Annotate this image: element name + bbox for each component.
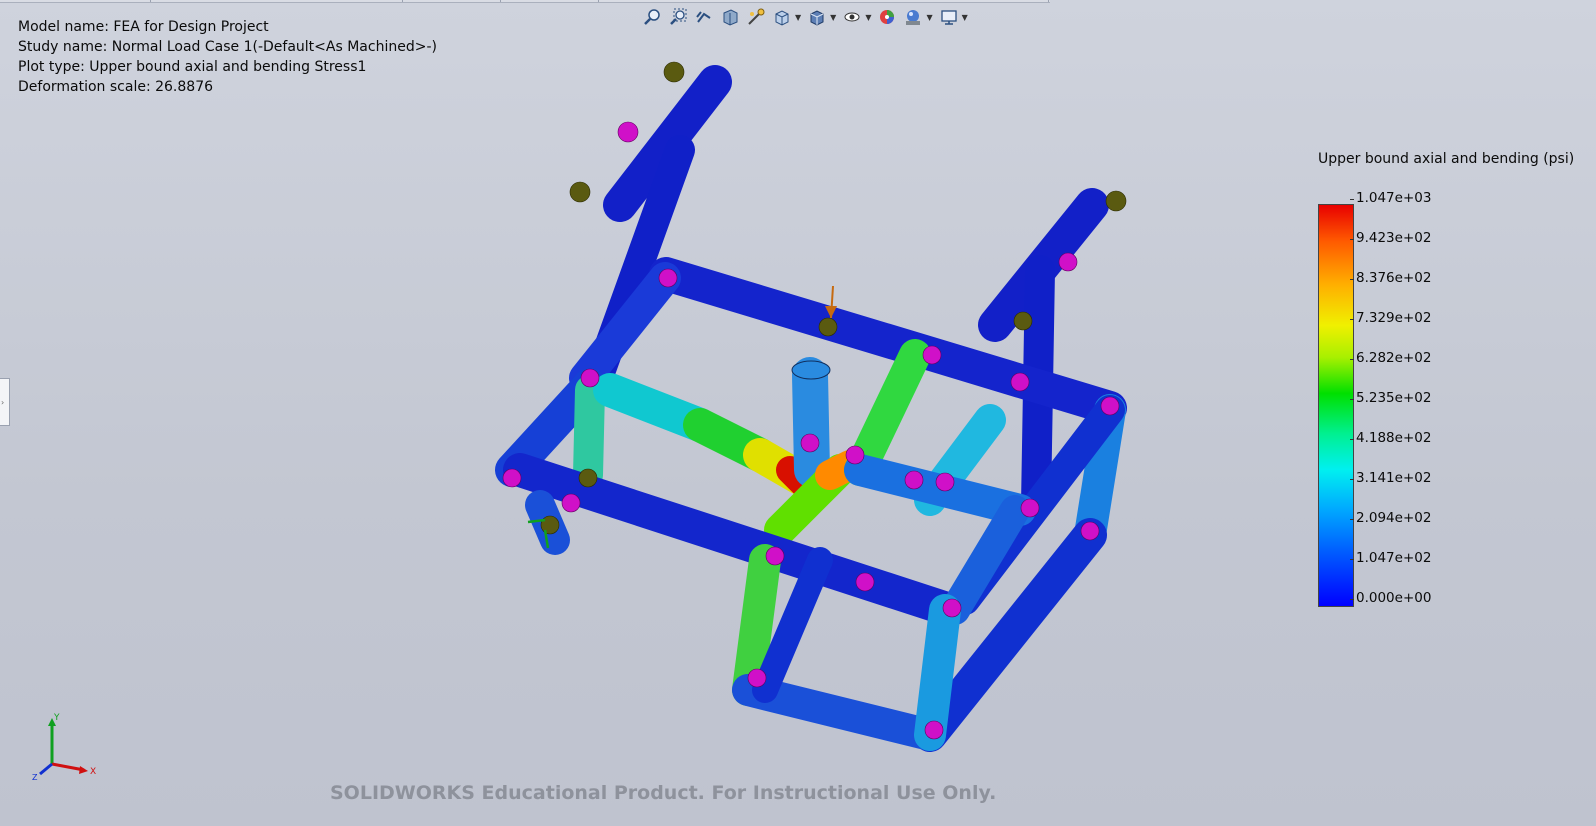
stress-color-bar	[1318, 204, 1354, 607]
legend-value: 0.000e+00	[1349, 590, 1432, 606]
legend-value: 7.329e+02	[1349, 310, 1432, 326]
legend-value: 1.047e+03	[1349, 190, 1432, 206]
triad-z-label: Z	[32, 773, 38, 782]
triad-x-label: X	[90, 767, 96, 777]
legend-value: 8.376e+02	[1349, 270, 1432, 286]
legend-value: 4.188e+02	[1349, 430, 1432, 446]
reference-triad-icon: Y X Z	[32, 713, 96, 782]
legend-value: 3.141e+02	[1349, 470, 1432, 486]
triad-y-label: Y	[53, 713, 60, 723]
legend-value: 5.235e+02	[1349, 390, 1432, 406]
legend-title: Upper bound axial and bending (psi)	[1318, 151, 1575, 167]
educational-watermark: SOLIDWORKS Educational Product. For Inst…	[330, 782, 997, 804]
legend-value: 6.282e+02	[1349, 350, 1432, 366]
graphics-viewport[interactable]: Model name: FEA for Design Project Study…	[0, 0, 1596, 826]
stress-plot-model[interactable]	[0, 0, 1596, 826]
legend-value: 9.423e+02	[1349, 230, 1432, 246]
legend-value: 1.047e+02	[1349, 550, 1432, 566]
legend-value: 2.094e+02	[1349, 510, 1432, 526]
